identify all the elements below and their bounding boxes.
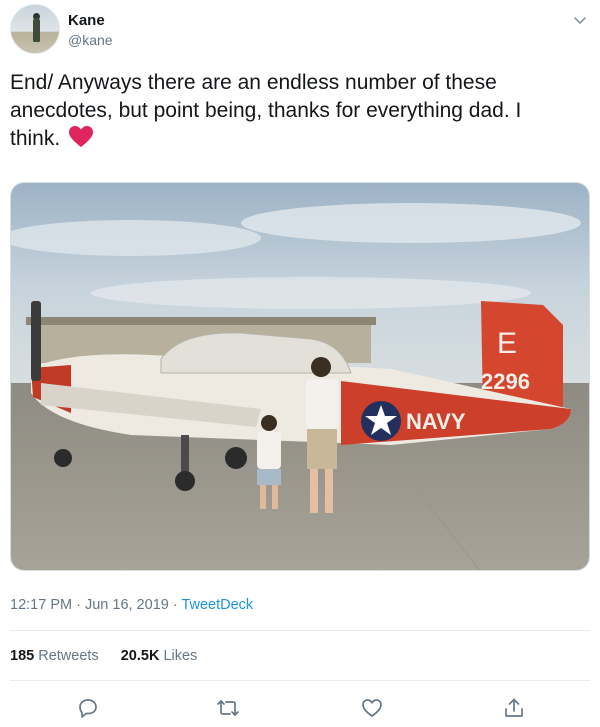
- landing-gear: [181, 435, 189, 475]
- tweet-time[interactable]: 12:17 PM: [10, 597, 72, 613]
- wheel: [225, 447, 247, 469]
- plane-number: 2296: [481, 369, 530, 394]
- tweet-date[interactable]: Jun 16, 2019: [85, 597, 169, 613]
- tweet-meta: 12:17 PM · Jun 16, 2019 · TweetDeck: [10, 597, 253, 613]
- avatar[interactable]: [10, 4, 60, 54]
- child-shorts: [257, 469, 281, 485]
- child-shirt: [257, 431, 281, 469]
- child-head: [261, 415, 277, 431]
- dad-head: [311, 357, 331, 377]
- dad-legs: [325, 469, 333, 513]
- share-button[interactable]: [500, 694, 528, 722]
- cloud: [241, 203, 581, 243]
- wheel: [175, 471, 195, 491]
- propeller: [31, 301, 41, 381]
- dad-legs: [310, 469, 318, 513]
- tweet-source[interactable]: TweetDeck: [181, 597, 253, 613]
- dad-shirt: [306, 379, 338, 429]
- hangar-roof: [26, 317, 376, 325]
- action-bar: [0, 694, 600, 724]
- reply-button[interactable]: [74, 694, 102, 722]
- plane-branding: NAVY: [406, 409, 466, 434]
- like-button[interactable]: [358, 694, 386, 722]
- child-legs: [260, 485, 266, 509]
- likes-label: Likes: [163, 648, 198, 664]
- heart-icon: [69, 126, 94, 147]
- meta-separator: ·: [168, 597, 182, 613]
- chevron-down-icon[interactable]: [572, 12, 588, 28]
- likes-stat[interactable]: 20.5K Likes: [121, 648, 198, 664]
- child-legs: [272, 485, 278, 509]
- plane-letter: E: [497, 327, 517, 360]
- avatar-figure: [33, 18, 40, 42]
- divider: [10, 680, 590, 681]
- tweet-header: Kane @kane: [10, 4, 590, 56]
- retweets-label: Retweets: [38, 648, 99, 664]
- tweet-text: End/ Anyways there are an endless number…: [10, 69, 570, 153]
- tweet-photo[interactable]: E 2296 NAVY: [10, 182, 590, 571]
- cloud: [91, 277, 531, 309]
- photo-scene: E 2296 NAVY: [11, 183, 589, 570]
- author-name[interactable]: Kane: [68, 12, 105, 29]
- retweet-icon: [217, 700, 239, 716]
- share-icon: [505, 698, 523, 717]
- likes-count: 20.5K: [120, 648, 160, 664]
- dad-shorts: [307, 429, 337, 469]
- retweet-button[interactable]: [214, 694, 242, 722]
- divider: [10, 630, 590, 631]
- meta-separator: ·: [72, 597, 85, 613]
- cloud: [11, 220, 261, 256]
- reply-icon: [79, 699, 97, 718]
- retweets-stat[interactable]: 185 Retweets: [10, 648, 99, 664]
- retweets-count: 185: [10, 648, 35, 664]
- wheel: [54, 449, 72, 467]
- author-handle[interactable]: @kane: [68, 32, 113, 48]
- tweet-stats: 185 Retweets 20.5K Likes: [10, 648, 215, 664]
- like-icon: [362, 699, 382, 717]
